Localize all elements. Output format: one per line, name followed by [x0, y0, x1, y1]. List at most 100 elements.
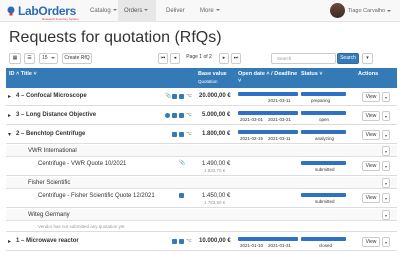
status-progress — [301, 130, 346, 134]
vendor-menu-button[interactable] — [382, 178, 390, 188]
vendor-name: Witeg Germany — [28, 212, 70, 218]
nav-deliver-label: Deliver — [166, 8, 185, 14]
nav-orders[interactable]: Orders — [118, 0, 156, 22]
row-title[interactable]: 2 – Benchtop Centrifuge — [16, 131, 85, 137]
comment-icon[interactable] — [172, 113, 177, 118]
list-view-button[interactable]: ☰ — [24, 53, 35, 64]
grid-icon: ▦ — [12, 55, 18, 61]
comment-icon[interactable] — [172, 94, 177, 99]
prev-page-button[interactable]: ◂ — [170, 53, 180, 64]
view-button[interactable]: View — [362, 161, 380, 171]
logo-text: LabOrders — [18, 4, 76, 18]
row-deadline: 2021-01-31 — [268, 243, 292, 248]
nav-catalog[interactable]: Catalog — [84, 0, 123, 22]
col-base-value[interactable]: Base value — [198, 71, 227, 77]
email-icon[interactable] — [179, 132, 184, 137]
status-progress — [301, 111, 346, 115]
row-menu-button[interactable] — [382, 92, 390, 102]
nav-more[interactable]: More — [194, 0, 226, 22]
vendor-menu-button[interactable] — [382, 146, 390, 156]
create-rfq-button[interactable]: Create RfQ — [62, 53, 92, 64]
attachment-icon[interactable]: 📎 — [165, 94, 171, 99]
email-icon[interactable] — [179, 113, 184, 118]
status-badge: open — [319, 117, 330, 122]
col-base-value-sub: Quotation — [198, 79, 218, 84]
comment-icon[interactable] — [172, 239, 177, 244]
collapse-icon[interactable]: ▾ — [8, 131, 11, 138]
row-menu-button[interactable] — [382, 111, 390, 121]
view-button[interactable]: View — [362, 130, 380, 140]
expand-icon[interactable]: ▸ — [8, 112, 11, 119]
quotation-title[interactable]: Centrifuge - Fisher Scientific Quote 12/… — [38, 193, 155, 199]
filter-button[interactable]: ▾ — [362, 53, 373, 64]
vendor-note: Vendor has not submitted any quotation y… — [38, 224, 125, 229]
row-title[interactable]: 1 – Microwave reactor — [16, 238, 79, 244]
chevron-down-icon — [215, 9, 220, 12]
comment-icon[interactable] — [172, 132, 177, 137]
row-deadline: 2021-03-21 — [268, 117, 292, 122]
vendor-menu-button[interactable] — [382, 210, 390, 220]
view-button[interactable]: View — [362, 237, 380, 247]
table-row[interactable]: ▾ 2 – Benchtop Centrifuge ⌥ 1.800,00 € 2… — [6, 126, 397, 144]
quotation-row[interactable]: Centrifuge - Fisher Scientific Quote 12/… — [6, 190, 397, 208]
row-menu-button[interactable] — [382, 161, 390, 171]
chevron-left-icon: ◂ — [173, 55, 177, 61]
chevron-down-icon — [112, 9, 117, 12]
last-page-icon: ⏭ — [233, 55, 239, 61]
nav-deliver[interactable]: Deliver — [160, 0, 191, 22]
vendor-note-row: Vendor has not submitted any quotation y… — [6, 222, 397, 232]
col-status[interactable]: Status ˅ — [301, 71, 323, 77]
nav-orders-label: Orders — [124, 8, 143, 14]
timeline-bar — [238, 130, 298, 134]
view-button[interactable]: View — [362, 111, 380, 121]
row-menu-button[interactable] — [382, 130, 390, 140]
row-open-date: 2021-01-10 — [240, 243, 264, 248]
logo-subtitle: Research Inventory System — [42, 17, 79, 21]
row-menu-button[interactable] — [382, 237, 390, 247]
search-button[interactable]: Search — [337, 53, 359, 64]
expand-icon[interactable]: ▸ — [8, 238, 11, 245]
email-icon[interactable] — [179, 94, 184, 99]
row-title[interactable]: 4 – Confocal Microscope — [16, 93, 87, 99]
email-icon[interactable] — [179, 239, 184, 244]
user-name: Tiago Carvalho — [348, 8, 386, 14]
avatar[interactable] — [330, 3, 345, 18]
status-progress — [301, 92, 346, 96]
next-page-button[interactable]: ▸ — [219, 53, 229, 64]
view-button[interactable]: View — [362, 92, 380, 102]
table-row[interactable]: ▸ 1 – Microwave reactor ⌥ 10.000,00 € 20… — [6, 233, 397, 251]
attachment-icon[interactable]: 📎 — [179, 161, 185, 166]
vendor-row: Fisher Scientific — [6, 177, 397, 189]
share-icon[interactable]: ⌥ — [186, 132, 192, 137]
first-page-button[interactable]: ⏮ — [158, 53, 168, 64]
filter-icon: ▾ — [366, 55, 369, 61]
globe-icon[interactable] — [165, 113, 170, 118]
row-menu-button[interactable] — [382, 193, 390, 203]
user-menu[interactable]: Tiago Carvalho — [348, 0, 392, 22]
col-open-date[interactable]: Open date ˄ / Deadline ˅ — [238, 71, 298, 85]
navbar: LabOrders Research Inventory System Cata… — [0, 0, 400, 22]
page-size-value: 15 — [42, 55, 48, 61]
list-icon: ☰ — [27, 55, 32, 61]
last-page-button[interactable]: ⏭ — [231, 53, 241, 64]
vendor-row: VWR International — [6, 145, 397, 157]
search-input[interactable]: Search — [271, 53, 336, 64]
quotation-value-gross: 1.783,50 € — [204, 200, 226, 205]
share-icon[interactable]: ⌥ — [186, 239, 192, 244]
grid-view-button[interactable]: ▦ — [9, 53, 21, 64]
expand-icon[interactable]: ▸ — [8, 93, 11, 100]
quotation-title[interactable]: Centrifuge - VWR Quote 10/2021 — [38, 161, 126, 167]
col-id-title[interactable]: ID ˄ Title ˅ — [9, 71, 37, 77]
row-title[interactable]: 3 – Long Distance Objective — [16, 112, 96, 118]
table-row[interactable]: ▸ 4 – Confocal Microscope 📎 ⌥ 20.000,00 … — [6, 88, 397, 106]
vendor-row: Witeg Germany — [6, 209, 397, 221]
share-icon[interactable]: ⌥ — [186, 113, 192, 118]
table-row[interactable]: ▸ 3 – Long Distance Objective ⌥ 5.000,00… — [6, 107, 397, 125]
quotation-row[interactable]: Centrifuge - VWR Quote 10/2021 📎 1.490,0… — [6, 158, 397, 176]
view-button[interactable]: View — [362, 193, 380, 203]
share-icon[interactable]: ⌥ — [186, 94, 192, 99]
page-size-select[interactable]: 15 — [39, 53, 58, 64]
row-value: 10.000,00 € — [199, 238, 231, 244]
nav-more-label: More — [200, 8, 214, 14]
comment-icon[interactable] — [179, 193, 184, 198]
